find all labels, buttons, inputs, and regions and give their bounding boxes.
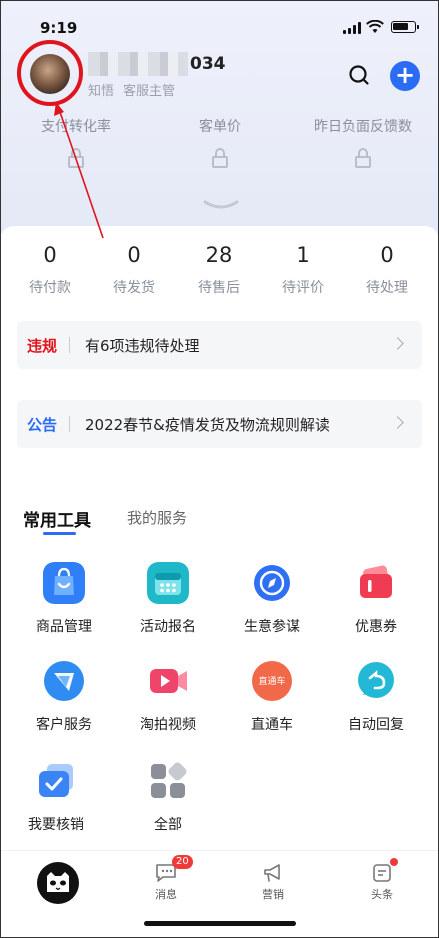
tool-label: 优惠券	[355, 619, 397, 635]
news-icon	[373, 864, 391, 882]
chevron-down-icon[interactable]	[203, 200, 239, 212]
order-stat-after-sales[interactable]: 28 待售后	[184, 240, 254, 297]
unread-dot	[390, 858, 398, 866]
order-label: 待付款	[29, 280, 71, 296]
tab-label: 营销	[262, 888, 284, 901]
order-stat-pending-shipment[interactable]: 0 待发货	[99, 240, 169, 297]
all-apps-icon	[147, 760, 189, 802]
notice-tag: 违规	[27, 337, 58, 355]
tab-label: 消息	[155, 888, 177, 901]
order-count: 0	[43, 243, 57, 267]
status-time: 9:19	[40, 19, 78, 37]
lock-icon	[212, 148, 228, 168]
notice-tag: 公告	[27, 416, 58, 434]
tool-label: 客户服务	[36, 717, 92, 733]
calendar-icon	[147, 562, 189, 604]
tab-home[interactable]	[37, 862, 79, 904]
tool-label: 直通车	[251, 717, 293, 733]
order-count: 1	[296, 243, 310, 267]
search-icon[interactable]	[348, 64, 370, 86]
lock-icon	[355, 148, 371, 168]
order-count: 0	[380, 243, 394, 267]
tool-all[interactable]: 全部	[120, 760, 216, 834]
metric-label: 昨日负面反馈数	[314, 119, 412, 135]
express-train-icon: 直通车	[251, 660, 293, 702]
tab-my-services[interactable]: 我的服务	[127, 507, 187, 528]
tool-label: 自动回复	[348, 717, 404, 733]
store-name[interactable]: 034	[190, 54, 226, 74]
order-label: 待处理	[366, 280, 408, 296]
order-stat-pending-review[interactable]: 1 待评价	[268, 240, 338, 297]
tool-label: 全部	[154, 817, 182, 833]
tool-coupon[interactable]: 优惠券	[328, 562, 424, 636]
tool-product-management[interactable]: 商品管理	[16, 562, 112, 636]
cellular-signal-icon	[343, 22, 361, 34]
tool-label: 活动报名	[140, 619, 196, 635]
store-role-label: 客服主管	[123, 84, 176, 99]
tool-express-train[interactable]: 直通车 直通车	[224, 660, 320, 734]
tool-label: 淘拍视频	[140, 717, 196, 733]
order-count: 0	[127, 243, 141, 267]
metric-label: 支付转化率	[41, 119, 111, 135]
order-label: 待发货	[113, 280, 155, 296]
store-account-label: 知悟	[88, 84, 115, 99]
order-label: 待售后	[198, 280, 240, 296]
notice-text: 有6项违规待处理	[85, 337, 200, 355]
video-icon	[147, 660, 189, 702]
tab-marketing[interactable]: 营销	[243, 862, 303, 902]
tool-label: 我要核销	[28, 817, 84, 833]
divider	[69, 337, 70, 353]
tab-headlines[interactable]: 头条	[352, 858, 412, 902]
tmall-cat-icon	[47, 872, 69, 892]
tool-label: 生意参谋	[244, 619, 300, 635]
tool-activity-signup[interactable]: 活动报名	[120, 562, 216, 636]
status-bar: 9:19	[0, 0, 439, 44]
home-indicator	[144, 921, 296, 926]
tool-auto-reply[interactable]: 自动回复	[328, 660, 424, 734]
auto-reply-icon	[355, 660, 397, 702]
chevron-right-icon	[391, 337, 404, 350]
wifi-icon	[366, 20, 384, 33]
megaphone-icon	[264, 864, 280, 882]
avatar-highlight-circle	[17, 40, 83, 106]
unread-badge: 20	[172, 855, 193, 869]
chevron-right-icon	[391, 416, 404, 429]
violation-notice[interactable]: 违规 有6项违规待处理	[17, 321, 422, 369]
metric-conversion-rate[interactable]: 支付转化率	[38, 116, 114, 168]
lock-icon	[68, 148, 84, 168]
notice-text: 2022春节&疫情发货及物流规则解读	[85, 416, 330, 434]
announcement-notice[interactable]: 公告 2022春节&疫情发货及物流规则解读	[17, 400, 422, 448]
divider	[69, 416, 70, 432]
order-stat-pending-payment[interactable]: 0 待付款	[15, 240, 85, 297]
store-name-mosaic	[88, 52, 188, 76]
tab-label: 头条	[371, 888, 393, 901]
coupon-icon	[355, 562, 397, 604]
battery-icon	[391, 21, 419, 33]
metric-avg-order-value[interactable]: 客单价	[190, 116, 250, 168]
order-stat-pending-handling[interactable]: 0 待处理	[352, 240, 422, 297]
tool-verify[interactable]: 我要核销	[8, 760, 104, 834]
tab-messages[interactable]: 消息 20	[136, 855, 196, 902]
tool-business-advisor[interactable]: 生意参谋	[224, 562, 320, 636]
tool-video[interactable]: 淘拍视频	[120, 660, 216, 734]
metric-label: 客单价	[199, 119, 241, 135]
order-count: 28	[205, 243, 233, 267]
express-train-icon-text: 直通车	[258, 675, 285, 687]
bag-icon	[43, 562, 85, 604]
compass-icon	[251, 562, 293, 604]
active-tab-indicator	[43, 532, 76, 535]
tool-label: 商品管理	[36, 619, 92, 635]
metric-negative-feedback[interactable]: 昨日负面反馈数	[310, 116, 416, 168]
order-label: 待评价	[282, 280, 324, 296]
tab-common-tools[interactable]: 常用工具	[23, 506, 91, 531]
customer-service-icon	[43, 660, 85, 702]
add-button[interactable]: +	[390, 61, 420, 91]
verify-icon	[35, 760, 77, 802]
tool-customer-service[interactable]: 客户服务	[16, 660, 112, 734]
